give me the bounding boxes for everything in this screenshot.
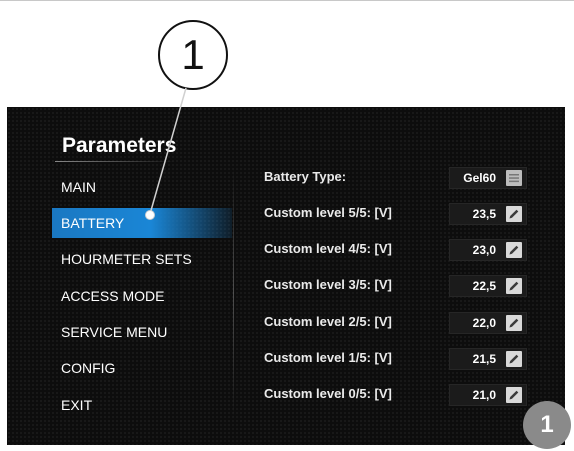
setting-value-text: 23,0 [472, 243, 496, 257]
panel-divider [233, 167, 234, 419]
setting-value-text: Gel60 [463, 171, 496, 185]
list-icon[interactable] [506, 170, 522, 186]
setting-value-battery-type[interactable]: Gel60 [449, 167, 527, 189]
setting-value-custom-level-2[interactable]: 22,0 [449, 312, 527, 334]
menu-item-service-menu[interactable]: SERVICE MENU [61, 317, 167, 347]
title-underline [55, 161, 175, 162]
callout-number: 1 [181, 31, 205, 78]
edit-pencil-icon[interactable] [506, 351, 522, 367]
menu-item-hourmeter-sets[interactable]: HOURMETER SETS [61, 244, 192, 274]
corner-badge: 1 [523, 401, 571, 449]
edit-pencil-icon[interactable] [506, 242, 522, 258]
menu-item-battery[interactable]: BATTERY [52, 208, 232, 238]
setting-value-custom-level-5[interactable]: 23,5 [449, 203, 527, 225]
callout-circle: 1 [158, 20, 228, 90]
top-rule [0, 0, 574, 1]
setting-value-custom-level-1[interactable]: 21,5 [449, 348, 527, 370]
menu-item-main[interactable]: MAIN [61, 172, 96, 202]
setting-value-text: 22,0 [472, 316, 496, 330]
setting-value-text: 21,0 [472, 388, 496, 402]
device-screen: Parameters MAIN BATTERY HOURMETER SETS A… [7, 107, 565, 445]
edit-pencil-icon[interactable] [506, 206, 522, 222]
menu-item-access-mode[interactable]: ACCESS MODE [61, 281, 164, 311]
setting-label-battery-type: Battery Type: [264, 169, 347, 184]
setting-value-custom-level-0[interactable]: 21,0 [449, 384, 527, 406]
setting-value-custom-level-3[interactable]: 22,5 [449, 275, 527, 297]
edit-pencil-icon[interactable] [506, 387, 522, 403]
setting-label-custom-level-5: Custom level 5/5: [V] [264, 205, 392, 220]
setting-value-text: 21,5 [472, 352, 496, 366]
corner-badge-number: 1 [540, 411, 554, 438]
setting-label-custom-level-1: Custom level 1/5: [V] [264, 350, 392, 365]
setting-label-custom-level-3: Custom level 3/5: [V] [264, 277, 392, 292]
menu-item-config[interactable]: CONFIG [61, 353, 115, 383]
setting-label-custom-level-4: Custom level 4/5: [V] [264, 241, 392, 256]
edit-pencil-icon[interactable] [506, 278, 522, 294]
setting-label-custom-level-0: Custom level 0/5: [V] [264, 386, 392, 401]
page-title: Parameters [62, 134, 177, 157]
edit-pencil-icon[interactable] [506, 315, 522, 331]
menu-item-exit[interactable]: EXIT [61, 390, 92, 420]
setting-label-custom-level-2: Custom level 2/5: [V] [264, 314, 392, 329]
setting-value-custom-level-4[interactable]: 23,0 [449, 239, 527, 261]
setting-value-text: 23,5 [472, 207, 496, 221]
setting-value-text: 22,5 [472, 279, 496, 293]
